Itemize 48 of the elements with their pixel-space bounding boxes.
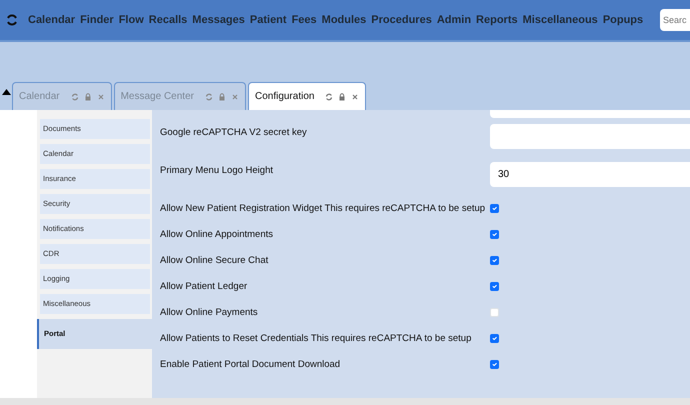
text-field[interactable] — [490, 124, 690, 149]
checkbox[interactable] — [490, 282, 499, 291]
checkbox[interactable] — [490, 360, 499, 369]
menu-item[interactable]: Popups — [602, 12, 644, 28]
lock-icon[interactable] — [84, 92, 92, 100]
close-icon[interactable] — [96, 92, 105, 100]
setting-label: Google reCAPTCHA V2 secret key — [160, 126, 308, 140]
setting-label: Allow Online Payments — [160, 306, 259, 320]
search-field[interactable]: Searc — [660, 9, 690, 31]
menu-item[interactable]: Calendar — [28, 12, 76, 28]
checkbox[interactable] — [490, 204, 499, 213]
collapse-up-icon[interactable] — [2, 89, 11, 95]
setting-label: Enable Patient Portal Document Download — [160, 358, 342, 372]
refresh-icon[interactable] — [204, 92, 213, 100]
checkbox[interactable] — [490, 334, 499, 343]
setting-label: Allow Online Appointments — [160, 228, 274, 242]
menu-item[interactable]: Messages — [192, 12, 245, 28]
menu-item[interactable]: Flow — [118, 12, 144, 28]
menu-item[interactable]: Reports — [476, 12, 518, 28]
refresh-icon[interactable] — [70, 92, 79, 100]
lock-icon[interactable] — [338, 92, 346, 100]
text-field[interactable]: 30 — [490, 162, 690, 187]
tab-label[interactable]: Message Center — [120, 89, 194, 104]
setting-label: Allow Patient Ledger — [160, 280, 248, 294]
menu-item[interactable]: Miscellaneous — [522, 12, 598, 28]
menu-item[interactable]: Modules — [322, 12, 366, 28]
refresh-icon[interactable] — [325, 92, 334, 100]
menu-item[interactable]: Recalls — [148, 12, 188, 28]
setting-label: Allow Patients to Reset Credentials This requires reCAPTCHA to be setup — [160, 332, 472, 346]
tab[interactable]: Message Center — [114, 82, 246, 110]
checkbox[interactable] — [490, 256, 499, 265]
checkbox[interactable] — [490, 230, 499, 239]
tab-label[interactable]: Configuration — [254, 89, 314, 104]
logo-icon[interactable] — [6, 14, 18, 26]
tab[interactable]: Configuration — [248, 82, 366, 110]
menu-item[interactable]: Admin — [436, 12, 472, 28]
menu-item[interactable]: Finder — [80, 12, 114, 28]
setting-label: Primary Menu Logo Height — [160, 164, 274, 178]
tab[interactable]: Calendar — [12, 82, 112, 110]
tab-label[interactable]: Calendar — [19, 89, 60, 104]
menu-item[interactable]: Patient — [250, 12, 287, 28]
menu-item[interactable]: Procedures — [371, 12, 432, 28]
close-icon[interactable] — [351, 92, 360, 100]
setting-label: Allow New Patient Registration Widget This requires reCAPTCHA to be setup — [160, 202, 486, 216]
lock-icon[interactable] — [218, 92, 226, 100]
menu-item[interactable]: Fees — [292, 12, 317, 28]
close-icon[interactable] — [230, 92, 239, 100]
setting-label: Allow Online Secure Chat — [160, 254, 270, 268]
